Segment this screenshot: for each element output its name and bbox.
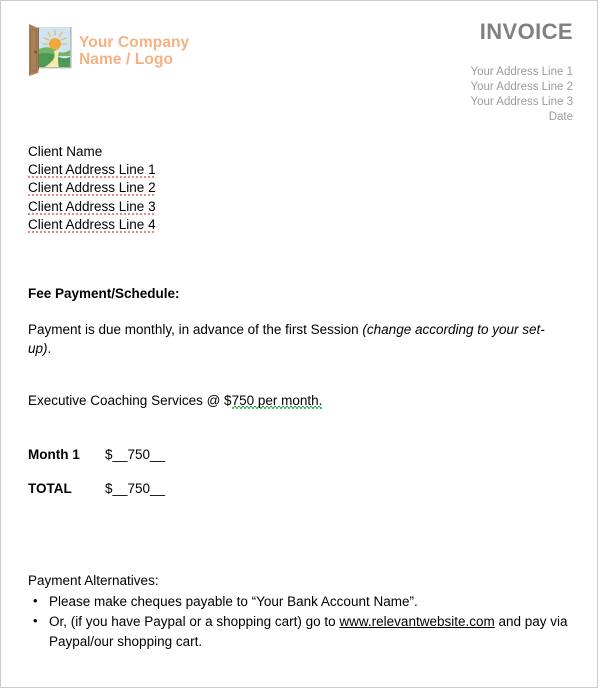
payment-terms-paragraph: Payment is due monthly, in advance of th… — [28, 320, 560, 358]
client-name: Client Name — [28, 144, 103, 159]
document-header: Your Company Name / Logo INVOICE Your Ad… — [1, 1, 597, 131]
amount-row-label: Month 1 — [28, 447, 80, 462]
amount-table: Month 1 $__750__ TOTAL $__750__ — [28, 447, 288, 515]
payment-alternatives-heading: Payment Alternatives: — [28, 573, 159, 588]
service-rate: 750 per month. — [231, 393, 323, 409]
client-address-line-1: Client Address Line 1 — [28, 162, 156, 179]
client-address-line: Client Address Line 1 — [28, 161, 156, 179]
service-rate-unit: per month. — [254, 393, 323, 408]
payment-terms-text: Payment is due monthly, in advance of th… — [28, 322, 363, 337]
list-item: Please make cheques payable to “Your Ban… — [28, 591, 568, 612]
service-rate-value: 750 — [231, 393, 255, 408]
payment-alternatives-block: Payment Alternatives: Please make cheque… — [28, 571, 568, 652]
fee-schedule-heading: Fee Payment/Schedule: — [28, 286, 180, 301]
amount-row-value: $__750__ — [105, 447, 166, 462]
company-logo-block: Your Company Name / Logo — [25, 21, 189, 79]
invoice-document: Your Company Name / Logo INVOICE Your Ad… — [0, 0, 598, 688]
client-address-line-2: Client Address Line 2 — [28, 180, 156, 197]
client-address-line-4: Client Address Line 4 — [28, 216, 156, 233]
table-row: Month 1 $__750__ — [28, 447, 288, 481]
page-title: INVOICE — [479, 19, 573, 44]
sender-address-line: Your Address Line 2 — [470, 81, 573, 93]
open-door-sunrise-icon — [29, 24, 72, 76]
payment-alternatives-list: Please make cheques payable to “Your Ban… — [28, 591, 568, 652]
website-link[interactable]: www.relevantwebsite.com — [339, 614, 494, 629]
client-address-line: Client Address Line 4 — [28, 216, 156, 234]
client-address-line: Client Address Line 2 — [28, 179, 156, 197]
sender-address-block: Your Address Line 1 Your Address Line 2 … — [470, 65, 573, 125]
client-address-block: Client Name Client Address Line 1 Client… — [28, 143, 156, 234]
table-row: TOTAL $__750__ — [28, 481, 288, 515]
sender-address-line: Your Address Line 3 — [470, 96, 573, 108]
sender-address-line: Your Address Line 1 — [470, 66, 573, 78]
client-address-line-3: Client Address Line 3 — [28, 198, 156, 215]
amount-total-value: $__750__ — [105, 481, 166, 496]
service-line: Executive Coaching Services @ $750 per m… — [28, 391, 323, 410]
invoice-date: Date — [548, 111, 573, 123]
client-address-line: Client Address Line 3 — [28, 198, 156, 216]
paypal-instruction-before: Or, (if you have Paypal or a shopping ca… — [49, 614, 340, 629]
amount-total-label: TOTAL — [28, 481, 72, 496]
cheque-instruction: Please make cheques payable to “Your Ban… — [49, 594, 418, 609]
list-item: Or, (if you have Paypal or a shopping ca… — [28, 611, 568, 652]
payment-terms-period: . — [47, 341, 52, 356]
company-name: Your Company Name / Logo — [79, 34, 190, 68]
service-description: Executive Coaching Services @ $ — [28, 393, 232, 408]
